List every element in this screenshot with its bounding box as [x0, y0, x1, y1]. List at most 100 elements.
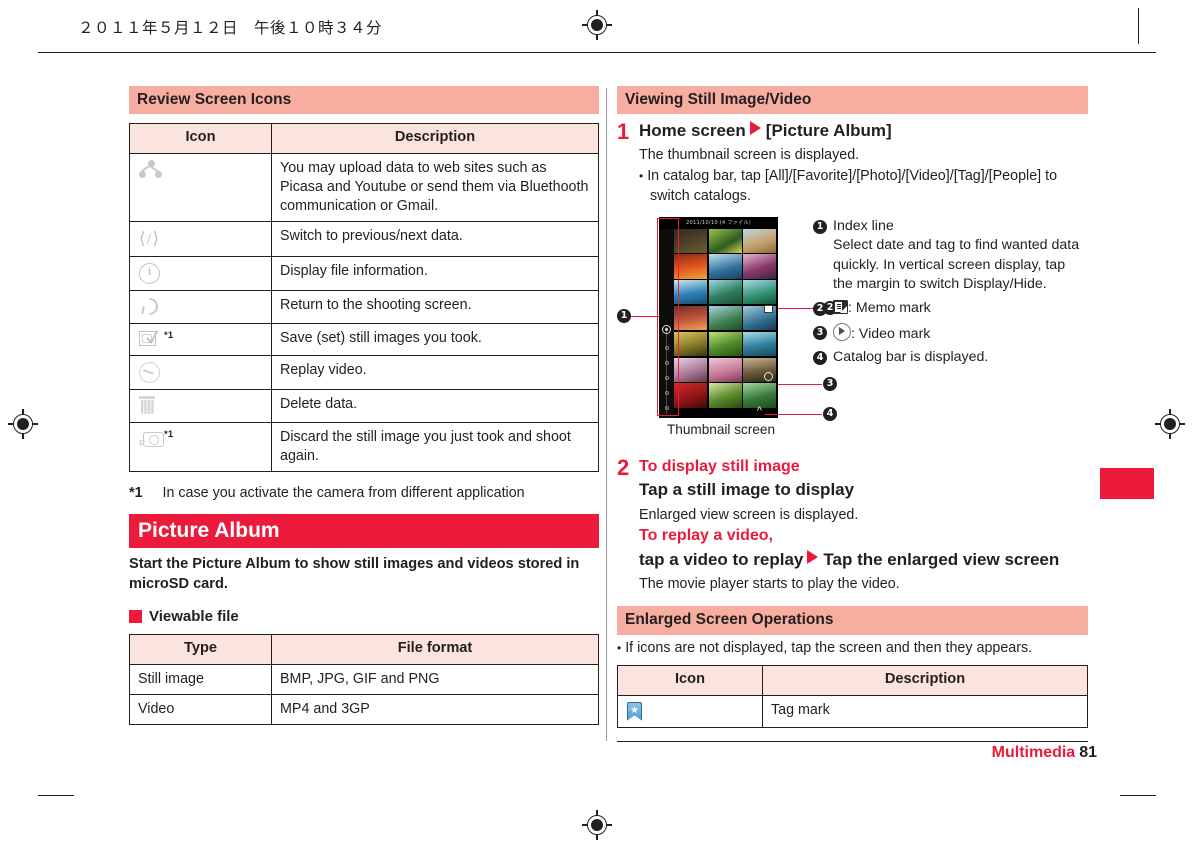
cell-icon: [129, 256, 272, 292]
picture-album-lead: Start the Picture Album to show still im…: [129, 555, 580, 592]
review-screen-icons-table: Icon Description You may upload data to …: [129, 123, 599, 472]
step2-action-2a: tap a video to replay: [639, 549, 804, 569]
table-header-row: Icon Description: [617, 665, 1088, 696]
header-date: ２０１１年５月１２日 午後１０時３４分: [78, 19, 383, 37]
step2-action-2b: Tap the enlarged view screen: [823, 549, 1060, 569]
section-header-picture-album: Picture Album: [129, 513, 599, 548]
cell-description: Discard the still image you just took an…: [271, 421, 599, 472]
cell-icon: [129, 355, 272, 391]
crop-mark-left-vert: [1138, 8, 1140, 44]
review-screen-icons-table-wrap: Icon Description You may upload data to …: [129, 123, 599, 472]
crop-mark-bottom-right: [1120, 795, 1156, 797]
footnote-text: In case you activate the camera from dif…: [162, 484, 525, 501]
viewable-file-table-wrap: Type File format Still image BMP, JPG, G…: [129, 634, 599, 725]
subheading-viewable-file: Viewable file: [129, 608, 599, 625]
return-icon: [137, 294, 162, 319]
column-header-icon: Icon: [617, 665, 763, 696]
callout-marker-2: 2: [813, 299, 833, 319]
step2-action-1: Tap a still image to display: [639, 480, 855, 500]
table-row: Video MP4 and 3GP: [129, 693, 599, 725]
cell-icon: ★: [617, 694, 763, 728]
step-1: 1 Home screen [Picture Album] The thumbna…: [617, 120, 1088, 206]
enlarged-screen-operations-table: Icon Description ★ Tag mark: [617, 665, 1088, 728]
left-column: Review Screen Icons Icon Description You…: [129, 86, 599, 725]
step-number: 2: [617, 454, 630, 480]
info-icon: [139, 262, 160, 285]
cell-format: MP4 and 3GP: [271, 693, 599, 725]
arrow-right-icon: [749, 121, 761, 136]
callout-text-3: : Video mark: [833, 322, 1083, 345]
callout-3: 3 : Video mark: [813, 322, 1083, 345]
callout-label-1: Index line: [833, 217, 894, 234]
subheading-label: Viewable file: [149, 608, 239, 626]
video-mark-icon: [833, 322, 851, 341]
crop-mark-bottom-left: [38, 795, 74, 797]
cell-icon: [129, 152, 272, 222]
step-body: To display still image Tap a still image…: [639, 456, 1088, 596]
table-row: R *1 Discard the still image you just to…: [129, 421, 599, 472]
table-row: *1 Save (set) still images you took.: [129, 322, 599, 357]
footer-page-number: 81: [1079, 744, 1097, 761]
step-description: The thumbnail screen is displayed.: [639, 147, 860, 164]
chapter-tab-marker: [1100, 468, 1154, 499]
callout-2: 2 : Memo mark: [813, 299, 1083, 319]
share-icon: [139, 159, 163, 180]
cell-icon: [129, 389, 272, 423]
thumbnail-grid: [674, 228, 776, 408]
memo-mark-badge: [764, 304, 773, 313]
registration-mark-bottom: [580, 808, 614, 842]
enlarged-screen-bullet: If icons are not displayed, tap the scre…: [617, 639, 1088, 659]
figure-caption: Thumbnail screen: [666, 421, 776, 437]
section-header-enlarged-screen-operations: Enlarged Screen Operations: [617, 606, 1088, 635]
table-row: ★ Tag mark: [617, 694, 1088, 728]
cell-type: Still image: [129, 663, 272, 695]
cell-icon: *1: [129, 322, 272, 357]
catalog-bar-caret-icon: ^: [756, 404, 762, 417]
callout-marker-4: 4: [813, 348, 833, 368]
column-divider: [606, 88, 607, 741]
callout-text-2: : Memo mark: [833, 299, 1083, 319]
table-row: ⟨/⟩ Switch to previous/next data.: [129, 220, 599, 258]
section-header-review-screen-icons: Review Screen Icons: [129, 86, 599, 115]
callout-text-1: Index line Select date and tag to find w…: [833, 217, 1083, 295]
step2-red-heading-2: To replay a video,: [639, 527, 773, 545]
enlarged-screen-table-wrap: Icon Description ★ Tag mark: [617, 665, 1088, 728]
cell-icon: [129, 290, 272, 324]
callout-body-3: : Video mark: [851, 325, 931, 342]
step2-description-2: The movie player starts to play the vide…: [639, 576, 900, 593]
step-bullet: In catalog bar, tap [All]/[Favorite]/[Ph…: [639, 167, 1088, 206]
red-square-bullet-icon: [129, 610, 142, 624]
footnote-marker: *1: [129, 484, 143, 501]
leader-line-3: [778, 383, 822, 386]
thumbnail-screen-figure: 2011/10/10 (4 ファイル) ^ 1 2 3 4 Thumbnail …: [617, 216, 1088, 452]
header-rule: [38, 52, 1156, 54]
step-body: Home screen [Picture Album] The thumbnail…: [639, 120, 1088, 206]
cell-description: Display file information.: [271, 256, 599, 292]
callout-body-1: Select date and tag to find wanted data …: [833, 237, 1080, 293]
footnote-ref: *1: [164, 428, 174, 440]
callout-marker-1: 1: [813, 217, 833, 295]
step-number: 1: [617, 119, 630, 145]
footer-rule: [617, 741, 1088, 743]
leader-line-4: [765, 413, 822, 416]
footer-chapter: Multimedia: [991, 744, 1076, 761]
table-row: Delete data.: [129, 389, 599, 423]
registration-mark-left: [6, 407, 40, 441]
reshoot-icon: R: [139, 429, 164, 448]
page-footer: Multimedia 81: [992, 744, 1097, 762]
cell-description: Return to the shooting screen.: [271, 290, 599, 324]
callout-marker-3: 3: [813, 323, 833, 345]
step2-red-heading-1: To display still image: [639, 457, 800, 475]
cell-description: Save (set) still images you took.: [271, 322, 599, 357]
save-icon: [139, 330, 164, 349]
cell-icon: ⟨/⟩: [129, 220, 272, 258]
callout-body-4: Catalog bar is displayed.: [833, 349, 989, 366]
table-row: Still image BMP, JPG, GIF and PNG: [129, 663, 599, 695]
right-column: Viewing Still Image/Video 1 Home screen […: [617, 86, 1088, 728]
replay-icon: [139, 362, 160, 384]
leader-line-1: [629, 315, 659, 318]
step-title-part1: Home screen: [639, 121, 746, 141]
table-row: Replay video.: [129, 355, 599, 391]
cell-description: Delete data.: [271, 389, 599, 423]
column-header-icon: Icon: [129, 123, 272, 154]
